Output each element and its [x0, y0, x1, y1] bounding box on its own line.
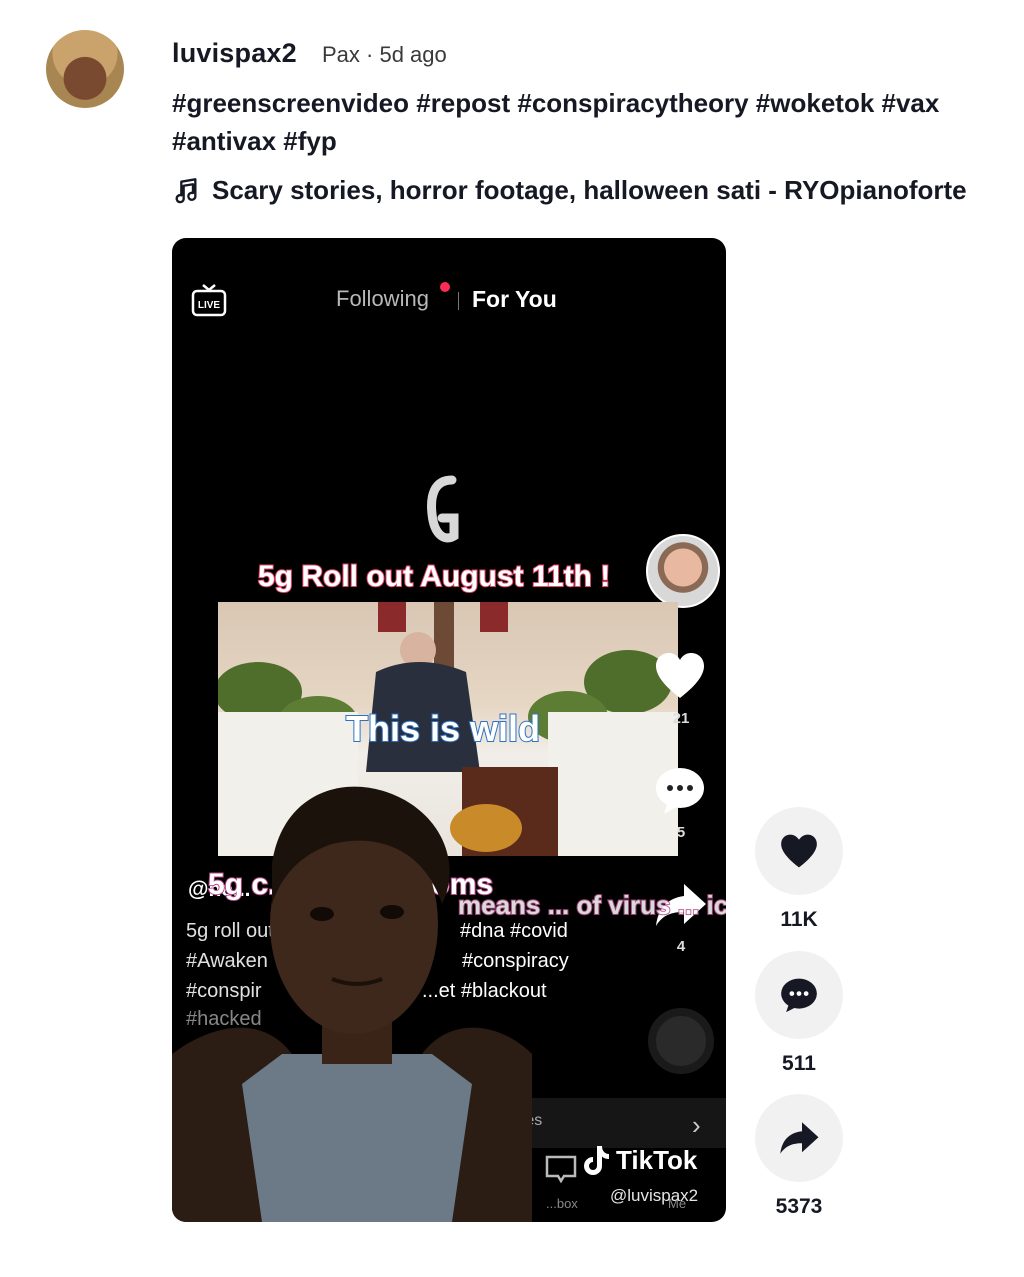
- tiktok-watermark-handle: @luvispax2: [610, 1186, 699, 1205]
- share-arrow-icon: [780, 1122, 819, 1154]
- music-title: Scary stories, horror footage, halloween…: [212, 175, 967, 205]
- heart-icon: [781, 834, 817, 868]
- creator-avatar[interactable]: [646, 534, 720, 608]
- live-label: LIVE: [198, 300, 221, 311]
- notification-dot: [440, 282, 450, 292]
- chevron-right-icon[interactable]: ›: [692, 1110, 701, 1141]
- video-comment-icon[interactable]: [652, 762, 708, 818]
- music-note-icon: [175, 177, 197, 203]
- tiktok-label: TikTok: [616, 1144, 698, 1175]
- green-screen-person-image: [172, 786, 532, 1222]
- tab-divider: [458, 292, 459, 310]
- tab-following[interactable]: Following: [336, 286, 429, 312]
- tab-for-you[interactable]: For You: [472, 286, 557, 313]
- inbox-label: ...box: [546, 1196, 578, 1211]
- tiktok-logo-icon: [584, 1146, 609, 1175]
- video-heart-icon[interactable]: [652, 648, 708, 704]
- post-meta: Pax · 5d ago: [322, 42, 447, 67]
- like-button[interactable]: [755, 807, 843, 895]
- video-comment-count: 5: [676, 824, 686, 841]
- share-count: 5373: [775, 1195, 823, 1218]
- author-avatar[interactable]: [46, 30, 124, 108]
- tiktok-watermark: TikTok: [582, 1144, 697, 1176]
- comment-button[interactable]: [755, 951, 843, 1039]
- post-caption[interactable]: #greenscreenvideo #repost #conspiracythe…: [172, 84, 1022, 160]
- comment-bubble-icon: [781, 978, 817, 1013]
- inbox-icon[interactable]: [544, 1154, 578, 1184]
- loading-glyph-icon: [427, 475, 459, 543]
- comment-count: 511: [782, 1052, 816, 1075]
- overlay-wild-text: This is wild: [345, 707, 541, 750]
- video-player[interactable]: LIVE Following For You 5g Roll out Augus…: [172, 238, 726, 1222]
- video-share-count: 4: [676, 938, 686, 955]
- author-username[interactable]: luvispax2: [172, 38, 297, 69]
- share-button[interactable]: [755, 1094, 843, 1182]
- live-tv-icon[interactable]: LIVE: [190, 284, 228, 320]
- music-disc[interactable]: [648, 1008, 714, 1074]
- like-count: 11K: [780, 908, 818, 931]
- video-like-count: 21: [672, 710, 690, 727]
- music-row[interactable]: Scary stories, horror footage, halloween…: [172, 175, 967, 206]
- overlay-title: 5g Roll out August 11th !: [257, 559, 611, 594]
